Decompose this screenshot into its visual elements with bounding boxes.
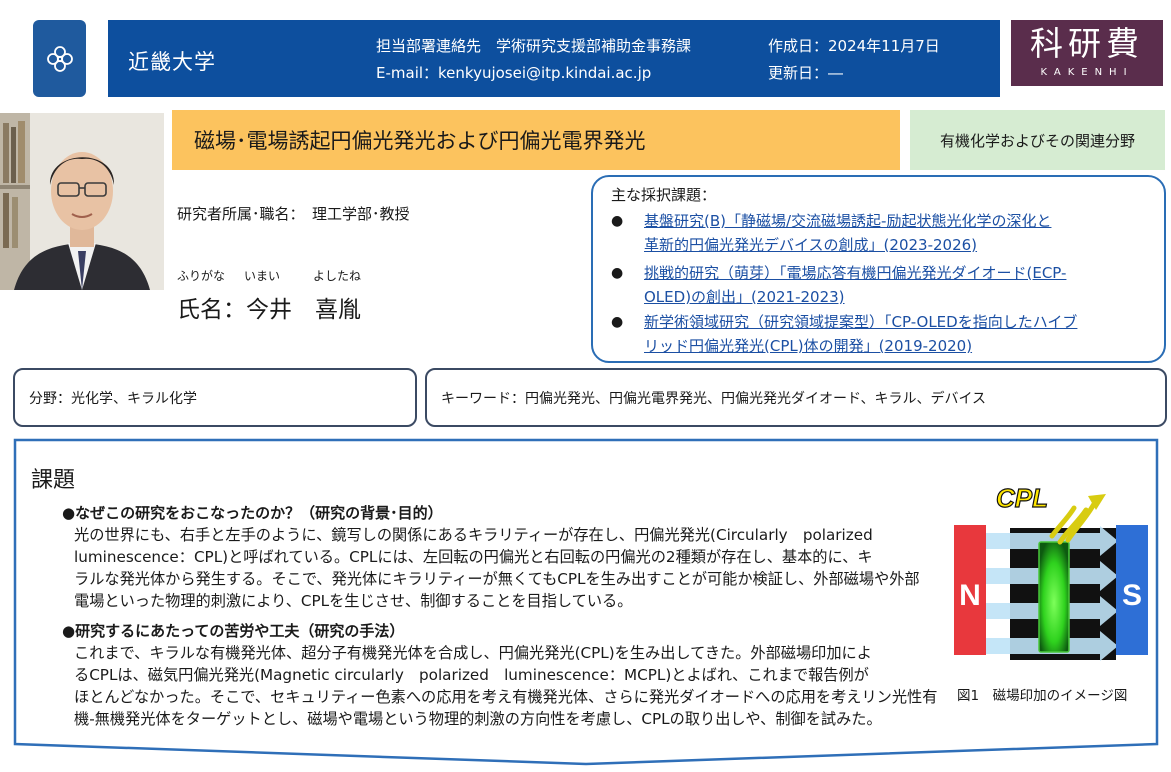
- magnet-figure: N S CPL: [954, 482, 1148, 661]
- header-bar: 近畿大学 担当部署連絡先 学術研究支援部補助金事務課 E-mail：kenkyu…: [108, 20, 1000, 97]
- body-line: 光の世界にも、右手と左手のように、鏡写しの関係にあるキラリティーが存在し、円偏光…: [74, 526, 873, 544]
- university-logo: [33, 20, 86, 97]
- figure-caption: 図1 磁場印加のイメージ図: [957, 688, 1128, 704]
- researcher-affiliation: 研究者所属･職名： 理工学部･教授: [177, 205, 410, 223]
- north-label: N: [959, 579, 981, 612]
- south-label: S: [1122, 579, 1142, 612]
- main-title: 課題: [31, 468, 76, 493]
- research-title: 磁場･電場誘起円偏光発光および円偏光電界発光: [172, 110, 900, 170]
- grant-link[interactable]: 挑戦的研究（萌芽）「電場応答有機円偏光発光ダイオード(ECP- OLED)の創出…: [644, 261, 1154, 309]
- university-name: 近畿大学: [128, 50, 216, 74]
- body-line: これまで、キラルな有機発光体、超分子有機発光体を合成し、円偏光発光(CPL)を生…: [74, 644, 872, 662]
- grant-item[interactable]: ● 挑戦的研究（萌芽）「電場応答有機円偏光発光ダイオード(ECP- OLED)の…: [611, 261, 1156, 309]
- updated-date: 更新日：―: [768, 64, 844, 82]
- body-line: luminescence：CPL)と呼ばれている。CPLには、左回転の円偏光と右…: [74, 548, 873, 566]
- kakenhi-roman: KAKENHI: [1040, 67, 1134, 78]
- cpl-label: CPL: [996, 483, 1048, 513]
- flower-icon: [46, 45, 73, 72]
- keyword-box: キーワード：円偏光発光、円偏光電界発光、円偏光発光ダイオード、キラル、デバイス: [425, 368, 1167, 427]
- grant-link[interactable]: 新学術領域研究（研究領域提案型）「CP-OLEDを指向したハイブ リッド円偏光発…: [644, 310, 1154, 358]
- bullet-icon: ●: [611, 213, 624, 229]
- section-heading-method: ●研究するにあたっての苦労や工夫（研究の手法）: [62, 622, 405, 640]
- contact-email[interactable]: E-mail：kenkyujosei@itp.kindai.ac.jp: [376, 62, 651, 83]
- field-box: 分野：光化学、キラル化学: [13, 368, 417, 427]
- bullet-icon: ●: [611, 265, 624, 281]
- body-line: ラルな発光体から発生する。そこで、発光体にキラリティーが無くてもCPLを生み出す…: [74, 570, 920, 588]
- researcher-name: 氏名：今井 喜胤: [177, 297, 361, 323]
- body-line: ほとんどなかった。そこで、セキュリティー色素への応用を考え有機発光体、さらに発光…: [74, 688, 938, 706]
- grant-item[interactable]: ● 基盤研究(B)「静磁場/交流磁場誘起-励起状態光化学の深化と 革新的円偏光発…: [611, 209, 1156, 257]
- grants-label: 主な採択課題：: [611, 186, 717, 204]
- section-heading-background: ●なぜこの研究をおこなったのか？（研究の背景･目的）: [62, 504, 443, 522]
- furigana-label: ふりがな: [177, 269, 226, 283]
- research-field-label: 有機化学およびその関連分野: [910, 110, 1165, 170]
- grant-link[interactable]: 基盤研究(B)「静磁場/交流磁場誘起-励起状態光化学の深化と 革新的円偏光発光デ…: [644, 209, 1154, 257]
- bullet-icon: ●: [611, 314, 624, 330]
- contact-dept: 担当部署連絡先 学術研究支援部補助金事務課: [376, 37, 692, 55]
- grant-item[interactable]: ● 新学術領域研究（研究領域提案型）「CP-OLEDを指向したハイブ リッド円偏…: [611, 310, 1156, 358]
- grants-panel: 主な採択課題： ● 基盤研究(B)「静磁場/交流磁場誘起-励起状態光化学の深化と…: [591, 175, 1166, 363]
- body-line: るCPLは、磁気円偏光発光(Magnetic circularly polari…: [74, 666, 869, 684]
- kakenhi-kanji: 科研費: [1030, 24, 1144, 63]
- furigana-surname: いまい: [244, 269, 281, 283]
- body-line: 電場といった物理的刺激により、CPLを生じさせ、制御することを目指している。: [74, 592, 633, 610]
- body-line: 機-無機発光体をターゲットとし、磁場や電場という物理的刺激の方向性を考慮し、CP…: [74, 710, 882, 728]
- cuvette: [1038, 541, 1070, 653]
- researcher-photo: [0, 113, 164, 290]
- kakenhi-logo: 科研費 KAKENHI: [1011, 20, 1163, 86]
- furigana-given-name: よしたね: [313, 269, 362, 283]
- created-date: 作成日：2024年11月7日: [768, 37, 940, 55]
